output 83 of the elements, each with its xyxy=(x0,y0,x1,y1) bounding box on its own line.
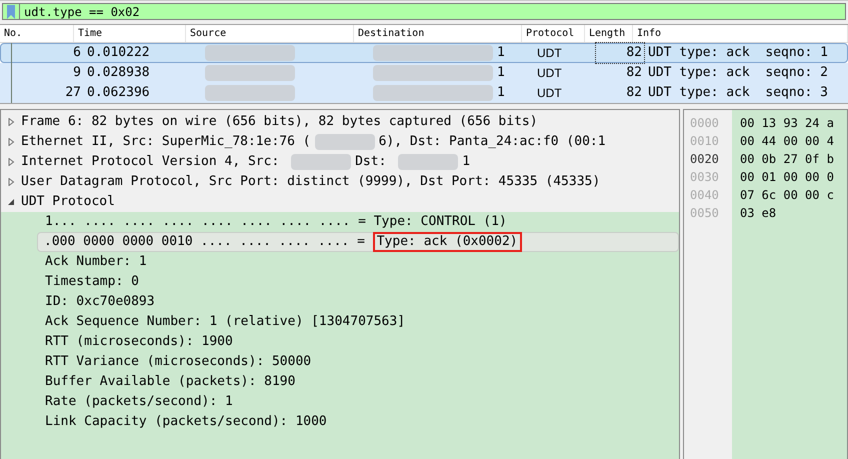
column-header[interactable]: No. xyxy=(0,25,74,42)
tree-item-text: Rate (packets/second): 1 xyxy=(45,393,233,412)
tree-item[interactable]: Link Capacity (packets/second): 1000 xyxy=(1,412,679,432)
table-cell-text: UDT type: ack seqno: 1 xyxy=(647,44,830,62)
table-cell-text: UDT xyxy=(536,45,563,62)
highlighted-text: Type: ack (0x0002) xyxy=(372,232,522,252)
redaction-blur xyxy=(398,154,458,170)
tree-item[interactable]: .000 0000 0000 0010 .... .... .... .... = Type: ack (0x0002) xyxy=(37,232,679,252)
table-cell-text: 82 xyxy=(625,64,643,82)
tree-item[interactable]: Rate (packets/second): 1 xyxy=(1,392,679,412)
hex-bytes: 03 e8 xyxy=(739,205,778,222)
hex-bytes: 00 0b 27 0f b xyxy=(739,151,835,168)
table-cell-text: 1 xyxy=(497,44,505,62)
tree-item-text: 6), Dst: Panta_24:ac:f0 (00:1 xyxy=(378,133,606,152)
tree-item[interactable]: Timestamp: 0 xyxy=(1,272,679,292)
column-header[interactable]: Time xyxy=(74,25,186,42)
redaction-blur xyxy=(291,154,352,170)
tree-item[interactable]: User Datagram Protocol, Src Port: distinct (9999), Dst Port: 45335 (45335) xyxy=(1,172,679,192)
table-cell-text: 0.010222 xyxy=(86,44,151,62)
hex-offset: 0010 xyxy=(689,133,720,150)
tree-item-text: RTT (microseconds): 1900 xyxy=(45,333,233,352)
table-cell-text: UDT xyxy=(536,65,563,82)
tree-item[interactable]: Ack Sequence Number: 1 (relative) [1304707563] xyxy=(1,312,679,332)
tree-item[interactable]: RTT Variance (microseconds): 50000 xyxy=(1,352,679,372)
column-header[interactable]: Protocol xyxy=(522,25,585,42)
table-cell-text: 82 xyxy=(625,84,643,102)
hex-offset: 0050 xyxy=(689,205,720,222)
packet-row[interactable]: 27 0.062396 1 UDT 82 UDT type: ack seqno: 3 xyxy=(0,83,848,103)
tree-item-text: Ethernet II, Src: SuperMic_78:1e:76 ( xyxy=(21,133,311,152)
tree-item-text: Timestamp: 0 xyxy=(45,273,139,292)
tree-item[interactable]: Frame 6: 82 bytes on wire (656 bits), 82 bytes captured (656 bits) xyxy=(1,112,679,132)
packet-row[interactable]: 6 0.010222 1 UDT 82 UDT type: ack seqno: 1 xyxy=(0,43,848,63)
tree-item-text: User Datagram Protocol, Src Port: distinct (9999), Dst Port: 45335 (45335) xyxy=(21,173,600,192)
table-cell-text: 1 xyxy=(497,64,505,82)
expand-arrow-icon[interactable] xyxy=(7,138,15,146)
tree-item[interactable]: UDT Protocol xyxy=(1,192,679,212)
expand-arrow-icon[interactable] xyxy=(7,158,15,166)
tree-item-text: ID: 0xc70e0893 xyxy=(45,293,155,312)
tree-item-text: Ack Sequence Number: 1 (relative) [1304707563] xyxy=(45,313,406,332)
bookmark-icon[interactable] xyxy=(6,4,16,18)
tree-item[interactable]: 1... .... .... .... .... .... .... .... = Type: CONTROL (1) xyxy=(1,212,679,232)
tree-item-text: .000 0000 0000 0010 .... .... .... .... = xyxy=(44,233,366,252)
collapse-arrow-icon[interactable] xyxy=(7,198,15,206)
table-cell-text: UDT type: ack seqno: 3 xyxy=(647,84,830,102)
tree-item[interactable]: Internet Protocol Version 4, Src: Dst: 1 xyxy=(1,152,679,172)
table-cell-text: 1 xyxy=(497,84,505,102)
tree-item-text: 1... .... .... .... .... .... .... .... = Type: CONTROL (1) xyxy=(45,213,507,232)
hex-bytes: 07 6c 00 00 c xyxy=(739,187,835,204)
tree-item[interactable]: ID: 0xc70e0893 xyxy=(1,292,679,312)
column-header[interactable]: Source xyxy=(186,25,354,42)
tree-item[interactable]: Buffer Available (packets): 8190 xyxy=(1,372,679,392)
table-cell: 82 xyxy=(596,43,644,63)
tree-item-text: Internet Protocol Version 4, Src: xyxy=(21,153,280,172)
hex-bytes: 00 44 00 00 4 xyxy=(739,133,835,150)
table-cell-text: UDT xyxy=(536,85,563,102)
hex-offset: 0020 xyxy=(689,151,720,168)
packet-row[interactable]: 9 0.028938 1 UDT 82 UDT type: ack seqno: 2 xyxy=(0,63,848,83)
redaction-blur xyxy=(314,134,375,150)
hex-offset: 0000 xyxy=(689,115,720,132)
tree-item-text: Ack Number: 1 xyxy=(45,253,147,272)
tree-item-text: 1 xyxy=(462,153,470,172)
tree-item-text: Dst: xyxy=(355,153,388,172)
tree-item-text: Frame 6: 82 bytes on wire (656 bits), 82 bytes captured (656 bits) xyxy=(21,113,538,132)
column-header[interactable]: Info xyxy=(633,25,848,42)
table-cell-text: UDT type: ack seqno: 2 xyxy=(647,64,830,82)
expand-arrow-icon[interactable] xyxy=(7,118,15,126)
table-cell-text: 0.028938 xyxy=(86,64,151,82)
tree-item-text: RTT Variance (microseconds): 50000 xyxy=(45,353,312,372)
column-header[interactable]: Length xyxy=(585,25,633,42)
column-header[interactable]: Destination xyxy=(354,25,522,42)
hex-offset: 0030 xyxy=(689,169,720,186)
hex-bytes: 00 01 00 00 0 xyxy=(739,169,835,186)
expand-arrow-icon[interactable] xyxy=(7,178,15,186)
table-cell: 27 xyxy=(11,83,85,103)
tree-item[interactable]: Ack Number: 1 xyxy=(1,252,679,272)
tree-item-text: Link Capacity (packets/second): 1000 xyxy=(45,413,327,432)
tree-item[interactable]: Ethernet II, Src: SuperMic_78:1e:76 ( 6), Dst: Panta_24:ac:f0 (00:1 xyxy=(1,132,679,152)
tree-item-text: Buffer Available (packets): 8190 xyxy=(45,373,296,392)
table-cell-text: 0.062396 xyxy=(86,84,151,102)
tree-item-text: UDT Protocol xyxy=(21,193,115,212)
hex-bytes: 00 13 93 24 a xyxy=(739,115,835,132)
hex-offset: 0040 xyxy=(689,187,720,204)
tree-item[interactable]: RTT (microseconds): 1900 xyxy=(1,332,679,352)
